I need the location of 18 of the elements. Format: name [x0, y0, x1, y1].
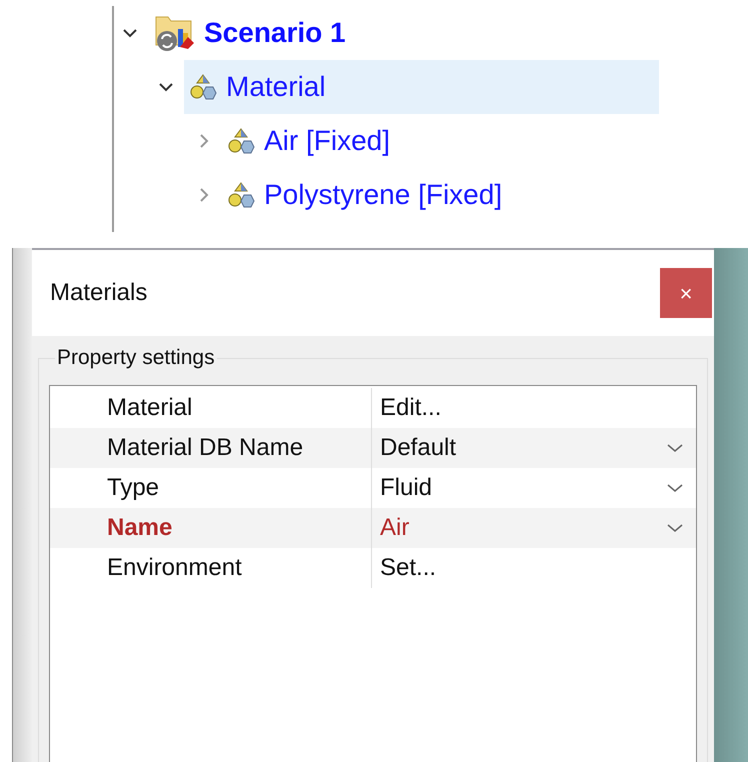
dropdown-caret-icon[interactable] [666, 442, 684, 454]
dialog-title: Materials [50, 278, 148, 308]
dropdown-caret-icon[interactable] [666, 522, 684, 534]
property-dropdown[interactable]: Fluid [372, 468, 696, 508]
material-icon [226, 181, 256, 209]
close-button[interactable]: × [660, 268, 712, 318]
property-button[interactable]: Set... [380, 550, 436, 586]
tree-item[interactable]: Polystyrene [Fixed] [222, 168, 502, 222]
tree-item[interactable]: Scenario 1 [148, 6, 346, 60]
property-label: Environment [50, 548, 372, 588]
tree-item[interactable]: Air [Fixed] [222, 114, 390, 168]
tree-item[interactable]: Material [184, 60, 659, 114]
property-button[interactable]: Edit... [380, 390, 442, 426]
property-dropdown[interactable]: Default [372, 428, 696, 468]
material-icon [226, 127, 256, 155]
dropdown-caret-icon[interactable] [666, 482, 684, 494]
material-icon [188, 73, 218, 101]
property-dropdown[interactable]: Air [372, 508, 696, 548]
